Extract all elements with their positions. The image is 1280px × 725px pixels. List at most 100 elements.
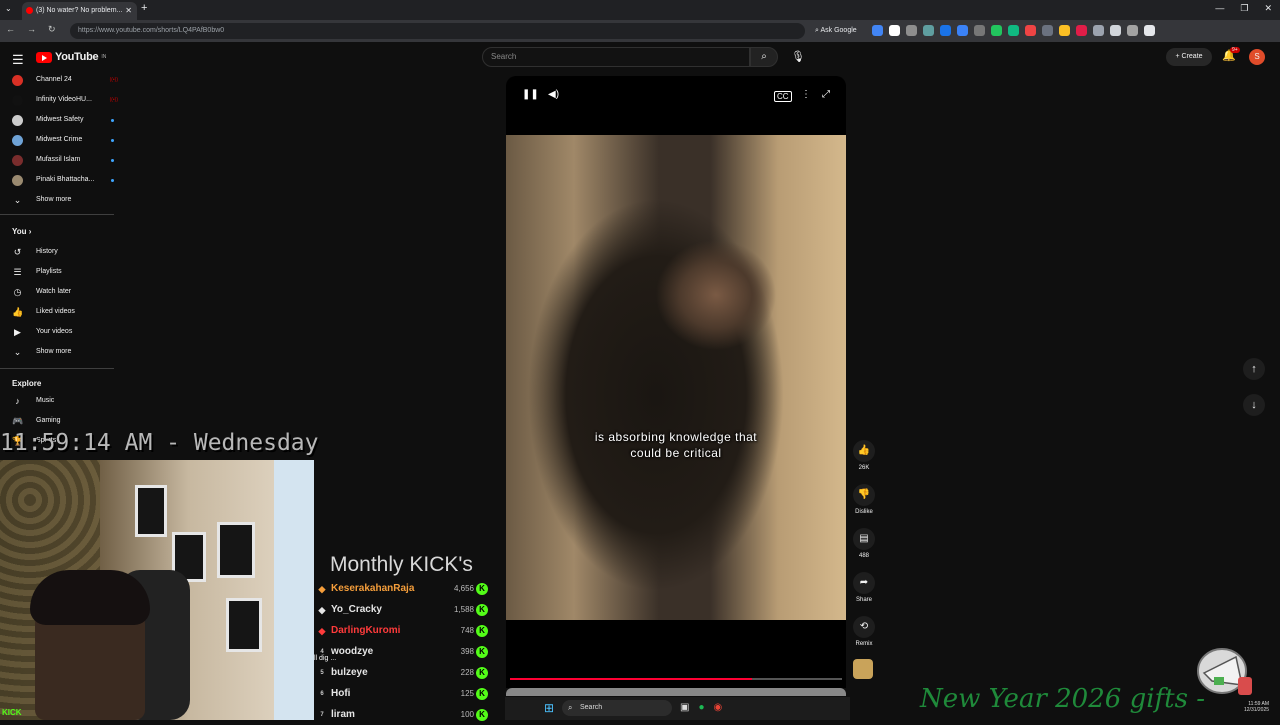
fullscreen-icon[interactable]: ⤢: [822, 89, 830, 100]
show-more-subscriptions[interactable]: ⌄ Show more: [10, 190, 110, 210]
ask-google-button[interactable]: ⌕ Ask Google: [815, 24, 857, 38]
leaderboard-username: woodzye: [331, 646, 374, 657]
sidebar-item-gaming[interactable]: 🎮 Gaming: [10, 411, 110, 431]
chevron-down-icon: ⌄: [13, 195, 22, 205]
gaming-icon: 🎮: [12, 416, 24, 426]
comments-button[interactable]: ▤ 488: [850, 528, 878, 559]
captions-icon[interactable]: CC: [774, 91, 792, 102]
extension-icon[interactable]: [1144, 25, 1155, 36]
rank-number: 5: [320, 670, 324, 676]
address-bar[interactable]: https://www.youtube.com/shorts/LQ4PAfB0b…: [70, 23, 805, 39]
sidebar-item-your-videos[interactable]: ▶ Your videos: [10, 322, 110, 342]
sound-thumbnail[interactable]: [853, 659, 873, 679]
youtube-logo[interactable]: YouTube IN: [36, 51, 106, 63]
extension-icon[interactable]: [940, 25, 951, 36]
you-label: You: [12, 227, 27, 236]
extension-icon[interactable]: [991, 25, 1002, 36]
sidebar-subscription[interactable]: Midwest Crime: [10, 130, 114, 150]
show-more-you-label: Show more: [36, 348, 72, 355]
sidebar-item-gaming-label: Gaming: [36, 417, 61, 424]
music-icon: ♪: [15, 396, 20, 406]
extension-icon[interactable]: [1110, 25, 1121, 36]
browser-tab-active[interactable]: (3) No water? No problem... ✕: [22, 2, 137, 20]
extension-icon[interactable]: [974, 25, 985, 36]
back-icon[interactable]: ←: [6, 24, 15, 35]
video-frame-chimpanzee[interactable]: [506, 135, 846, 620]
show-more-you[interactable]: ⌄ Show more: [10, 342, 110, 362]
dislike-button[interactable]: 👎 Dislike: [850, 484, 878, 515]
share-button[interactable]: ➦ Share: [850, 572, 878, 603]
subscription-label: Midwest Safety: [36, 116, 84, 123]
sidebar-subscription[interactable]: Infinity VideoHU... ((•)): [10, 90, 118, 110]
extension-icon[interactable]: [906, 25, 917, 36]
maximize-icon[interactable]: ❐: [1240, 3, 1248, 14]
close-window-icon[interactable]: ✕: [1264, 3, 1272, 14]
sidebar-subscription[interactable]: Channel 24 ((•)): [10, 70, 118, 90]
minimize-icon[interactable]: —: [1215, 3, 1224, 14]
extension-icon[interactable]: [1076, 25, 1087, 36]
shorts-player[interactable]: ❚❚ ◀) CC ⋮ ⤢ is absorbing knowledge that…: [506, 76, 846, 688]
channel-avatar: [12, 155, 23, 166]
search-input[interactable]: Search: [482, 47, 750, 67]
remix-label: Remix: [855, 641, 873, 647]
leaderboard-count: 4,656: [453, 584, 474, 593]
next-short-preview[interactable]: [506, 688, 846, 696]
kick-coin-icon: K: [476, 709, 488, 721]
sidebar-item-music[interactable]: ♪ Music: [10, 391, 110, 411]
forward-icon[interactable]: →: [27, 24, 36, 35]
extension-icon[interactable]: [923, 25, 934, 36]
extension-icon[interactable]: [1008, 25, 1019, 36]
sidebar-item-playlists[interactable]: ☰ Playlists: [10, 262, 110, 282]
remix-button[interactable]: ⟲ Remix: [850, 616, 878, 647]
new-tab-button[interactable]: +: [141, 2, 147, 14]
sidebar-subscription[interactable]: Midwest Safety: [10, 110, 114, 130]
task-view-icon[interactable]: ▣: [680, 702, 689, 713]
video-progress-bar[interactable]: [510, 678, 842, 680]
extension-icon[interactable]: [1127, 25, 1138, 36]
chrome-icon[interactable]: ◉: [714, 702, 723, 713]
share-icon: ➦: [853, 572, 875, 594]
sidebar-item-music-label: Music: [36, 397, 55, 404]
spotify-icon[interactable]: ●: [698, 702, 704, 713]
extension-icon[interactable]: [889, 25, 900, 36]
you-section-heading[interactable]: You ›: [12, 227, 31, 236]
sidebar-item-history[interactable]: ↺ History: [10, 242, 110, 262]
sidebar-item-liked-videos[interactable]: 👍 Liked videos: [10, 302, 110, 322]
sidebar-subscription[interactable]: Mufassil Islam: [10, 150, 114, 170]
volume-icon[interactable]: ◀): [548, 89, 559, 100]
guide-menu-icon[interactable]: ☰: [12, 52, 24, 68]
voice-search-icon[interactable]: 🎙: [787, 47, 809, 67]
extension-icon[interactable]: [872, 25, 883, 36]
extension-icon[interactable]: [1093, 25, 1104, 36]
windows-start-icon[interactable]: ⊞: [544, 701, 554, 715]
sidebar-item-playlists-label: Playlists: [36, 268, 62, 275]
channel-avatar: [12, 135, 23, 146]
extension-icon[interactable]: [1059, 25, 1070, 36]
comment-count: 488: [858, 553, 869, 559]
like-button[interactable]: 👍 26K: [850, 440, 878, 471]
more-options-icon[interactable]: ⋮: [801, 89, 811, 100]
tab-search-icon[interactable]: ⌄: [5, 4, 12, 13]
leaderboard-row: 6 Hofi 125 K: [316, 684, 492, 704]
extension-icon[interactable]: [957, 25, 968, 36]
taskbar-search[interactable]: ⌕ Search: [562, 700, 672, 716]
create-button[interactable]: + Create: [1166, 48, 1212, 66]
chevron-right-icon: ›: [26, 227, 32, 236]
leaderboard-username: bulzeye: [331, 667, 368, 678]
sidebar-item-watch-later[interactable]: ◷ Watch later: [10, 282, 110, 302]
leaderboard-count: 125: [460, 689, 474, 698]
search-button[interactable]: ⌕: [750, 47, 778, 67]
pause-icon[interactable]: ❚❚: [522, 89, 539, 100]
account-avatar[interactable]: S: [1249, 49, 1265, 65]
next-short-arrow-icon[interactable]: ↓: [1243, 394, 1265, 416]
extension-icon[interactable]: [1025, 25, 1036, 36]
thumbs-up-icon: 👍: [853, 440, 875, 462]
sidebar-subscription[interactable]: Pinaki Bhattacha...: [10, 170, 114, 190]
previous-short-arrow-icon[interactable]: ↑: [1243, 358, 1265, 380]
ask-google-label: Ask Google: [820, 27, 857, 34]
reload-icon[interactable]: ↻: [48, 24, 56, 35]
extension-icon[interactable]: [1042, 25, 1053, 36]
tab-close-icon[interactable]: ✕: [125, 2, 132, 20]
channel-avatar: [12, 175, 23, 186]
caption-line: is absorbing knowledge that: [594, 430, 758, 444]
